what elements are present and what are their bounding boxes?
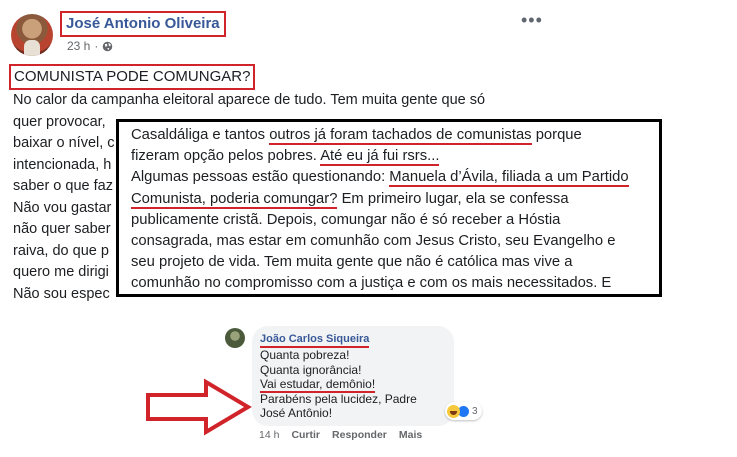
globe-icon[interactable] [102, 41, 113, 52]
excerpt-text: Casaldáliga e tantos [131, 127, 270, 143]
comment-line: Quanta pobreza! [260, 348, 350, 362]
underlined-phrase: Manuela d’Ávila, filiada a um Partido [389, 169, 629, 188]
excerpt-line: fizeram opção pelos pobres. Até eu já fu… [131, 146, 659, 167]
excerpt-text: Algumas pessoas estão questionando: [131, 169, 390, 186]
zoomed-excerpt-box: Casaldáliga e tantos outros já foram tac… [116, 119, 662, 297]
excerpt-line: Algumas pessoas estão questionando: Manu… [131, 167, 659, 188]
comment-actions: 14 h Curtir Responder Mais [259, 429, 422, 441]
comment-line: Quanta ignorância! [260, 362, 362, 377]
author-avatar[interactable] [11, 14, 53, 56]
underlined-phrase: outros já foram tachados de comunistas [269, 127, 532, 145]
red-arrow-icon [146, 378, 252, 436]
excerpt-line: Comunista, poderia comungar? Em primeiro… [131, 189, 659, 210]
comment-time[interactable]: 14 h [259, 429, 279, 441]
excerpt-text: fizeram opção pelos pobres. [131, 148, 321, 165]
post-time[interactable]: 23 h [67, 39, 90, 53]
more-comment-button[interactable]: Mais [399, 429, 422, 441]
underlined-comment-line: Vai estudar, demônio! [260, 377, 376, 393]
excerpt-text: Em primeiro lugar, ela se confessa [337, 190, 569, 207]
excerpt-line: consagrada, mas estar em comunhão com Je… [131, 233, 616, 250]
comment-line: Parabéns pela lucidez, Padre [260, 391, 417, 406]
more-options-icon[interactable]: ••• [521, 11, 543, 29]
excerpt-line: Casaldáliga e tantos outros já foram tac… [131, 125, 659, 146]
like-comment-button[interactable]: Curtir [291, 429, 320, 441]
reaction-summary[interactable]: 3 [445, 402, 482, 420]
author-name-link[interactable]: José Antonio Oliveira [60, 11, 226, 37]
excerpt-line: publicamente cristã. Depois, comungar nã… [131, 211, 561, 228]
comment-line: José Antônio! [260, 406, 333, 420]
excerpt-line: comunhão no compromisso com a justiça e … [131, 275, 612, 292]
underlined-phrase: Até eu já fui rsrs... [320, 148, 440, 167]
comment-text: Quanta pobreza! Quanta ignorância! Vai e… [260, 348, 417, 421]
excerpt-line: seu projeto de vida. Tem muita gente que… [131, 254, 573, 271]
post-meta: 23 h · [67, 39, 113, 53]
commenter-avatar[interactable] [225, 328, 245, 348]
excerpt-text: porque [531, 127, 582, 143]
underlined-phrase: Comunista, poderia comungar? [131, 190, 338, 209]
post-title: COMUNISTA PODE COMUNGAR? [9, 64, 256, 90]
avatar-collar [24, 40, 40, 56]
post-body-line: No calor da campanha eleitoral aparece d… [13, 92, 486, 108]
laugh-reaction-icon [447, 404, 460, 418]
reaction-count: 3 [472, 405, 478, 417]
commenter-name-link[interactable]: João Carlos Siqueira [260, 333, 370, 348]
reply-comment-button[interactable]: Responder [332, 429, 387, 441]
dot-separator: · [94, 39, 99, 53]
